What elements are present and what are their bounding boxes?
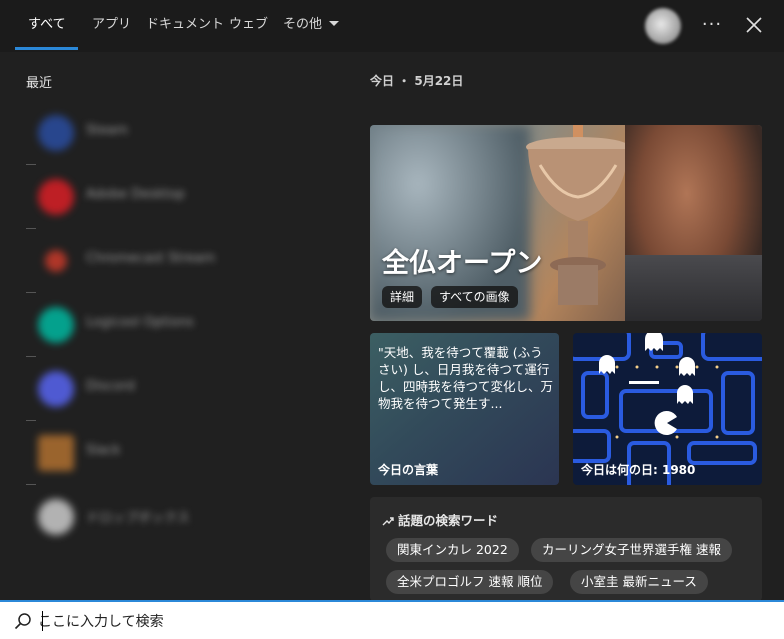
recent-item-label: Discord bbox=[86, 379, 135, 394]
search-input[interactable] bbox=[36, 607, 740, 637]
close-icon bbox=[746, 17, 762, 33]
search-icon bbox=[14, 613, 31, 630]
trending-up-icon bbox=[382, 517, 394, 526]
divider bbox=[26, 292, 36, 293]
close-button[interactable] bbox=[742, 12, 766, 38]
trending-title: 話題の検索ワード bbox=[398, 513, 499, 528]
divider bbox=[26, 228, 36, 229]
hero-title: 全仏オープン bbox=[382, 248, 543, 279]
tab-more[interactable]: その他 bbox=[283, 0, 340, 50]
recent-item-label: ドロップボックス bbox=[86, 511, 190, 526]
trophy-image bbox=[526, 125, 630, 305]
recent-item-adobe[interactable]: Adobe Desktop bbox=[26, 167, 326, 227]
tab-apps[interactable]: アプリ bbox=[92, 0, 131, 50]
recent-item-label: Slack bbox=[86, 443, 121, 458]
divider bbox=[26, 420, 36, 421]
divider bbox=[26, 484, 36, 485]
quote-of-day-card[interactable]: "天地、我を待つて覆載 (ふうさい) し、日月我を待つて運行し、四時我を待つて変… bbox=[370, 333, 559, 485]
on-this-day-card[interactable]: 今日は何の日: 1980 bbox=[573, 333, 762, 485]
tab-all[interactable]: すべて bbox=[28, 0, 66, 50]
recent-item-logicool[interactable]: Logicool Options bbox=[26, 295, 326, 355]
app-icon bbox=[38, 307, 74, 343]
today-date-heading: 今日 ・ 5月22日 bbox=[370, 74, 464, 88]
player-shirt bbox=[625, 255, 762, 321]
recent-item-slack[interactable]: Slack bbox=[26, 423, 326, 483]
all-images-button[interactable]: すべての画像 bbox=[431, 286, 518, 308]
recent-item-label: Adobe Desktop bbox=[86, 187, 185, 202]
trend-chip[interactable]: 関東インカレ 2022 bbox=[386, 538, 519, 562]
details-button[interactable]: 詳細 bbox=[382, 286, 423, 308]
app-icon bbox=[38, 115, 74, 151]
search-bar[interactable] bbox=[0, 600, 784, 639]
tab-more-label: その他 bbox=[283, 17, 323, 32]
hero-card[interactable]: 全仏オープン 詳細 すべての画像 bbox=[370, 125, 762, 321]
more-options-button[interactable]: ··· bbox=[697, 10, 727, 40]
recent-item-steam[interactable]: Steam bbox=[26, 103, 326, 163]
recent-item-label: Steam bbox=[86, 123, 128, 138]
app-icon bbox=[38, 499, 74, 535]
recent-heading: 最近 bbox=[26, 76, 53, 91]
quote-text: "天地、我を待つて覆載 (ふうさい) し、日月我を待つて運行し、四時我を待つて変… bbox=[378, 345, 554, 411]
divider bbox=[26, 356, 36, 357]
quote-card-label: 今日の言葉 bbox=[378, 463, 439, 477]
app-icon bbox=[38, 435, 74, 471]
trend-chip[interactable]: 全米プロゴルフ 速報 順位 bbox=[386, 570, 554, 594]
app-icon bbox=[45, 250, 67, 272]
recent-item-label: Logicool Options bbox=[86, 315, 194, 330]
on-this-day-label: 今日は何の日: 1980 bbox=[581, 463, 696, 477]
recent-item-label: Chromecast Stream bbox=[86, 251, 216, 266]
app-icon bbox=[38, 371, 74, 407]
tab-documents[interactable]: ドキュメント bbox=[146, 0, 224, 50]
trending-searches-panel: 話題の検索ワード 関東インカレ 2022 カーリング女子世界選手権 速報 全米プ… bbox=[370, 497, 762, 601]
user-avatar[interactable] bbox=[645, 8, 681, 44]
trending-heading: 話題の検索ワード bbox=[382, 510, 498, 529]
recent-item-dropbox[interactable]: ドロップボックス bbox=[26, 487, 326, 547]
divider bbox=[26, 164, 36, 165]
recent-item-chromecast[interactable]: Chromecast Stream bbox=[26, 231, 326, 291]
tab-web[interactable]: ウェブ bbox=[229, 0, 268, 50]
trend-chip[interactable]: 小室圭 最新ニュース bbox=[570, 570, 708, 594]
recent-item-discord[interactable]: Discord bbox=[26, 359, 326, 419]
text-cursor bbox=[42, 611, 43, 631]
trend-chip[interactable]: カーリング女子世界選手権 速報 bbox=[531, 538, 732, 562]
active-tab-indicator bbox=[15, 47, 78, 50]
chevron-down-icon bbox=[329, 21, 340, 26]
app-icon bbox=[38, 179, 74, 215]
